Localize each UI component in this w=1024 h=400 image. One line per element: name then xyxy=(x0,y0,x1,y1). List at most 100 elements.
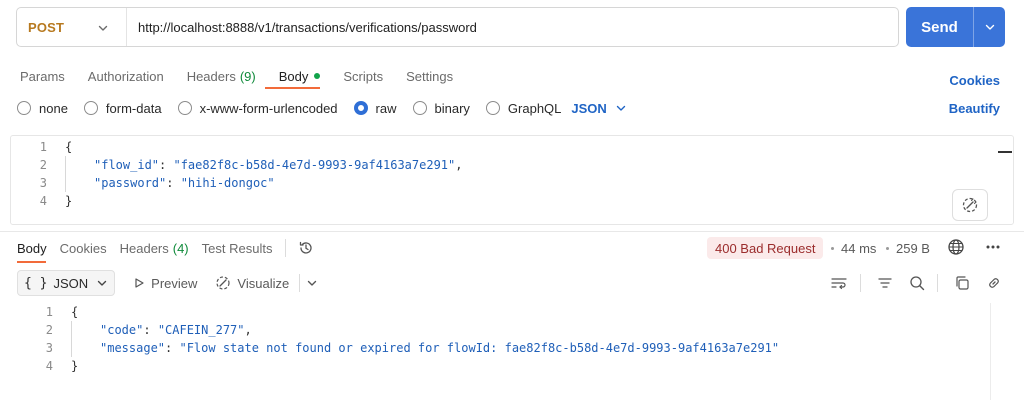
line-number: 2 xyxy=(45,323,53,337)
response-actions xyxy=(814,273,1002,293)
line-number: 1 xyxy=(45,305,53,319)
radio-binary[interactable]: binary xyxy=(412,100,470,116)
status-badge[interactable]: 400 Bad Request xyxy=(707,237,824,259)
response-tab-cookies[interactable]: Cookies xyxy=(60,237,107,259)
filter-icon xyxy=(878,278,892,288)
request-body-editor[interactable]: 1 { 2 "flow_id": "fae82f8c-b58d-4e7d-999… xyxy=(10,135,1014,225)
radio-label: none xyxy=(39,100,68,116)
response-format-select[interactable]: { } JSON xyxy=(17,270,116,296)
wrap-lines-button[interactable] xyxy=(830,275,848,291)
body-modified-dot xyxy=(314,73,321,79)
tab-authorization[interactable]: Authorization xyxy=(88,65,164,87)
code-line: 2 "flow_id": "fae82f8c-b58d-4e7d-9993-9a… xyxy=(11,156,463,174)
search-icon xyxy=(910,276,925,291)
toolbar-separator xyxy=(285,239,287,257)
copy-button[interactable] xyxy=(954,275,970,291)
radio-graphql[interactable]: GraphQL xyxy=(485,100,562,116)
toolbar-separator xyxy=(299,274,301,292)
cookies-link[interactable]: Cookies xyxy=(949,73,1000,88)
code-line: 1 { xyxy=(17,303,779,321)
magic-wand-icon xyxy=(962,197,978,213)
json-key: "code" xyxy=(100,323,144,337)
response-tab-test-results[interactable]: Test Results xyxy=(202,237,273,259)
more-horizontal-icon xyxy=(986,245,1000,249)
json-value: "CAFEIN_277" xyxy=(157,323,245,337)
json-trail: , xyxy=(244,323,252,337)
globe-button[interactable] xyxy=(947,238,965,259)
line-number: 2 xyxy=(39,158,47,172)
radio-label: binary xyxy=(434,100,470,116)
tab-headers[interactable]: Headers (9) xyxy=(187,65,256,87)
beautify-button[interactable] xyxy=(952,189,988,221)
visualize-button[interactable]: Visualize xyxy=(215,275,289,291)
chevron-down-icon xyxy=(985,24,994,30)
editor-scroll-marker xyxy=(998,151,1012,153)
code-line: 1 { xyxy=(11,138,462,156)
radio-raw[interactable]: raw xyxy=(353,100,397,116)
radio-x-www-form-urlencoded[interactable]: x-www-form-urlencoded xyxy=(177,100,338,116)
chevron-down-icon xyxy=(97,280,107,286)
link-button[interactable] xyxy=(986,275,1002,291)
headers-count: (4) xyxy=(172,240,189,256)
response-time[interactable]: 44 ms xyxy=(841,241,876,256)
url-input[interactable]: http://localhost:8888/v1/transactions/ve… xyxy=(127,20,898,35)
method-selector[interactable]: POST xyxy=(17,8,127,46)
code-text: "password": "hihi-dongoc" xyxy=(94,176,275,190)
send-options-button[interactable] xyxy=(974,7,1005,47)
request-code-lines: 1 { 2 "flow_id": "fae82f8c-b58d-4e7d-999… xyxy=(11,138,463,210)
preview-button[interactable]: Preview xyxy=(133,276,197,291)
visualize-icon xyxy=(216,276,231,290)
active-tab-indicator xyxy=(265,87,320,89)
tab-scripts[interactable]: Scripts xyxy=(343,65,383,87)
response-tab-body[interactable]: Body xyxy=(17,237,47,259)
body-format-select[interactable]: JSON xyxy=(571,101,626,116)
visualize-options-button[interactable] xyxy=(306,277,318,289)
response-tabs: Body Cookies Headers (4) Test Results xyxy=(17,238,314,258)
response-size[interactable]: 259 B xyxy=(896,241,930,256)
line-number: 4 xyxy=(39,194,47,208)
radio-none[interactable]: none xyxy=(17,101,68,116)
search-button[interactable] xyxy=(909,275,925,291)
meta-separator xyxy=(831,247,834,250)
tab-body[interactable]: Body xyxy=(279,65,321,87)
response-divider xyxy=(0,231,1024,232)
method-label: POST xyxy=(28,19,65,35)
send-button[interactable]: Send xyxy=(906,7,973,47)
response-tab-headers[interactable]: Headers (4) xyxy=(120,237,189,259)
code-line: 3 "password": "hihi-dongoc" xyxy=(11,174,462,192)
response-scrollbar[interactable] xyxy=(990,303,991,400)
response-format-label: JSON xyxy=(53,275,89,291)
json-key: "message" xyxy=(100,341,166,355)
globe-icon xyxy=(948,239,964,255)
radio-label: GraphQL xyxy=(507,100,562,116)
tab-settings[interactable]: Settings xyxy=(406,65,453,87)
radio-button xyxy=(412,101,427,115)
code-text: { xyxy=(71,305,79,319)
json-trail: , xyxy=(455,158,463,172)
json-value: "Flow state not found or expired for flo… xyxy=(179,341,780,355)
code-line: 4 } xyxy=(17,357,779,375)
radio-label: x-www-form-urlencoded xyxy=(199,100,338,116)
radio-button xyxy=(17,101,31,115)
history-icon xyxy=(300,241,313,254)
play-icon xyxy=(135,278,144,288)
radio-button xyxy=(177,101,192,115)
body-type-options: none form-data x-www-form-urlencoded raw… xyxy=(17,98,627,118)
beautify-link[interactable]: Beautify xyxy=(949,101,1000,116)
send-button-group: Send xyxy=(906,7,1005,47)
tab-params[interactable]: Params xyxy=(20,65,65,87)
request-tabs: Params Authorization Headers (9) Body Scr… xyxy=(20,65,476,87)
radio-form-data[interactable]: form-data xyxy=(83,101,162,116)
response-body-viewer[interactable]: 1 { 2 "code": "CAFEIN_277", 3 "message":… xyxy=(0,303,1024,400)
link-icon xyxy=(989,278,999,288)
radio-label: raw xyxy=(375,100,397,116)
tab-label: Params xyxy=(20,68,65,84)
visualize-label: Visualize xyxy=(237,275,290,291)
filter-button[interactable] xyxy=(877,275,893,291)
more-options-button[interactable] xyxy=(984,239,1002,258)
code-text: { xyxy=(65,140,73,154)
tab-label: Authorization xyxy=(87,68,164,84)
tab-label: Body xyxy=(17,240,47,256)
history-button[interactable] xyxy=(298,240,314,256)
wrap-lines-icon xyxy=(831,278,847,290)
